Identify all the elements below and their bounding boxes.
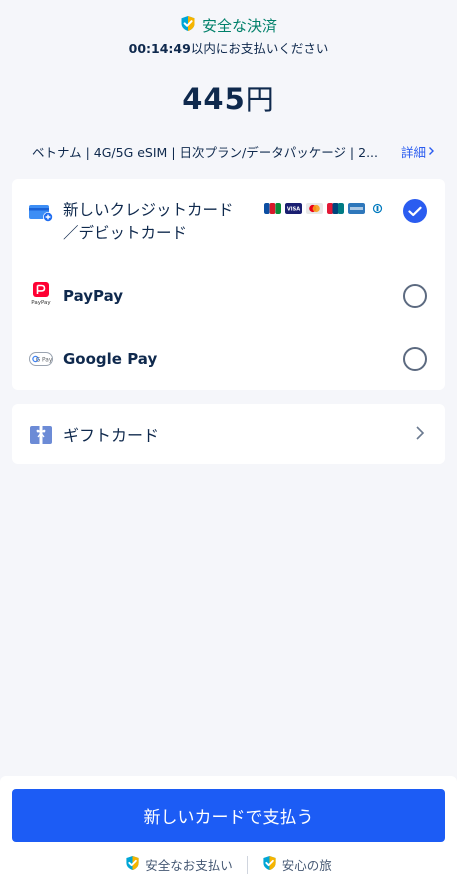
shield-check-icon	[125, 855, 140, 874]
unionpay-icon	[327, 203, 344, 214]
payment-option-paypay[interactable]: PayPay PayPay	[12, 279, 445, 313]
paypay-radio[interactable]	[403, 284, 427, 308]
secure-title-text: 安全な決済	[201, 16, 277, 35]
trust-travel-label: 安心の旅	[281, 858, 332, 873]
trust-badges: 安全なお支払い 安心の旅	[0, 855, 457, 874]
payment-countdown: 00:14:49以内にお支払いください	[0, 38, 457, 57]
countdown-time: 00:14:49	[128, 41, 191, 56]
card-label-line2: ／デビットカード	[63, 224, 188, 242]
details-link[interactable]: 詳細	[401, 142, 435, 161]
visa-icon: VISA	[285, 203, 302, 214]
google-pay-icon: G Pay	[29, 349, 53, 369]
svg-text:G Pay: G Pay	[36, 357, 53, 363]
mastercard-icon	[306, 203, 323, 214]
card-label-line1: 新しいクレジットカード	[63, 201, 234, 219]
secure-payment-title: 安全な決済	[0, 14, 457, 36]
google-pay-radio[interactable]	[403, 347, 427, 371]
card-option-label: 新しいクレジットカード ／デビットカード	[63, 199, 234, 245]
trust-safe-travel: 安心の旅	[248, 855, 346, 874]
credit-card-add-icon	[29, 203, 53, 223]
price-amount: 445	[182, 82, 246, 116]
checkmark-icon	[408, 206, 422, 216]
payment-option-google-pay[interactable]: G Pay Google Pay	[12, 342, 445, 376]
shield-check-icon	[262, 855, 277, 874]
card-brand-logos: VISA	[264, 203, 386, 214]
google-pay-label: Google Pay	[63, 349, 158, 368]
chevron-right-icon	[415, 425, 425, 445]
payment-option-card[interactable]: 新しいクレジットカード ／デビットカード VISA	[12, 199, 445, 245]
svg-text:PayPay: PayPay	[31, 300, 51, 306]
paypay-icon: PayPay	[29, 282, 53, 306]
payment-footer: 新しいカードで支払う 安全なお支払い 安心の旅	[0, 776, 457, 879]
shield-check-icon	[180, 15, 196, 36]
product-summary: ベトナム | 4G/5G eSIM | 日次プラン/データパッケージ | 2..…	[32, 142, 435, 161]
details-label: 詳細	[400, 145, 426, 160]
gift-card-icon	[29, 425, 53, 445]
payment-methods-card: 新しいクレジットカード ／デビットカード VISA PayPay PayPay	[12, 179, 445, 390]
gift-card-option[interactable]: ギフトカード	[12, 404, 445, 464]
payment-header: 安全な決済 00:14:49以内にお支払いください	[0, 14, 457, 57]
price-unit: 円	[245, 83, 275, 116]
gift-card-label: ギフトカード	[63, 426, 160, 445]
pay-with-new-card-button[interactable]: 新しいカードで支払う	[12, 789, 445, 842]
gift-card-panel: ギフトカード	[12, 404, 445, 464]
product-name: ベトナム | 4G/5G eSIM | 日次プラン/データパッケージ | 2..…	[32, 145, 378, 160]
svg-text:VISA: VISA	[287, 207, 300, 213]
card-radio-selected[interactable]	[403, 199, 427, 223]
jcb-icon	[264, 203, 281, 214]
amex-icon	[348, 203, 365, 214]
diners-icon	[369, 203, 386, 214]
trust-secure-payment: 安全なお支払い	[111, 855, 247, 874]
paypay-label: PayPay	[63, 286, 124, 305]
countdown-suffix: 以内にお支払いください	[190, 41, 329, 56]
trust-secure-label: 安全なお支払い	[145, 858, 233, 873]
chevron-right-icon	[428, 144, 435, 159]
total-price: 445円	[0, 78, 457, 118]
